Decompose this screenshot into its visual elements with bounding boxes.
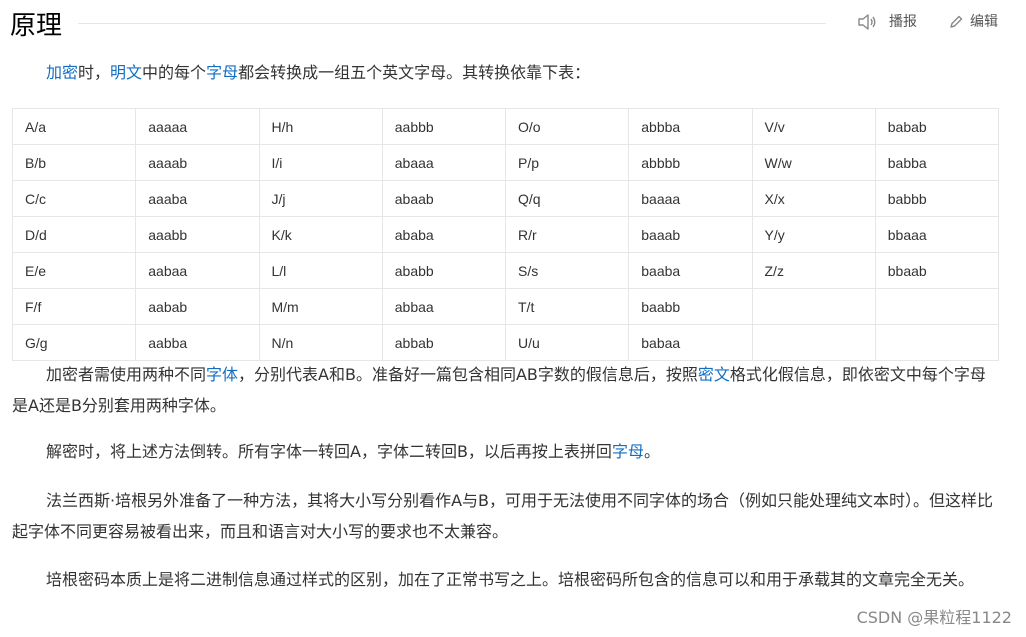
speaker-icon [857,13,877,31]
table-row: D/d aaabb K/k ababa R/r baaab Y/y bbaaa [11,216,1000,253]
link-plaintext[interactable]: 明文 [110,63,142,82]
link-font[interactable]: 字体 [206,365,238,384]
link-letter-2[interactable]: 字母 [612,442,644,461]
table-cell: T/t [504,288,630,325]
table-cell: bbaaa [874,216,1000,253]
table-row: G/g aabba N/n abbab U/u babaa [11,324,1000,361]
table-cell: A/a [11,108,137,145]
table-cell: V/v [751,108,876,145]
table-cell: baabb [628,288,753,325]
edit-label: 编辑 [970,14,998,30]
table-cell: K/k [258,216,383,253]
table-row: F/f aabab M/m abbaa T/t baabb [11,288,1000,325]
table-cell: L/l [258,252,383,289]
table-cell: abbba [628,108,753,145]
table-cell: aaabb [135,216,260,253]
table-cell: aabab [135,288,260,325]
table-row: C/c aaaba J/j abaab Q/q baaaa X/x babbb [11,180,1000,217]
bacon-cipher-table: A/a aaaaa H/h aabbb O/o abbba V/v babab B/b aaaab… [11,108,1000,361]
table-cell: ababb [381,252,507,289]
paragraph-decrypt: 解密时，将上述方法倒转。所有字体一转回A，字体二转回B，以后再按上表拼回字母。 [46,442,660,461]
table-cell: aaaab [135,144,260,181]
link-letter[interactable]: 字母 [206,63,238,82]
table-cell: M/m [258,288,383,325]
table-cell: C/c [11,180,137,217]
table-cell: R/r [504,216,630,253]
table-cell: D/d [11,216,137,253]
table-cell: abaaa [381,144,507,181]
table-cell: babaa [628,324,753,361]
table-cell: baaaa [628,180,753,217]
play-label: 播报 [889,14,917,30]
paragraph-fonts: 加密者需使用两种不同字体，分别代表A和B。准备好一篇包含相同AB字数的假信息后，… [12,365,986,415]
table-cell: abbab [381,324,507,361]
table-cell: babba [874,144,1000,181]
table-cell: baaab [628,216,753,253]
table-cell: Z/z [751,252,876,289]
table-cell [751,324,876,361]
table-cell: N/n [258,324,383,361]
table-cell: U/u [504,324,630,361]
table-cell: Q/q [504,180,630,217]
table-cell: aaaba [135,180,260,217]
table-cell: ababa [381,216,507,253]
table-cell [751,288,876,325]
table-cell: bbaab [874,252,1000,289]
table-cell: S/s [504,252,630,289]
table-cell [874,324,1000,361]
table-cell: J/j [258,180,383,217]
table-cell: Y/y [751,216,876,253]
table-cell [874,288,1000,325]
title-divider [78,23,826,24]
table-row: A/a aaaaa H/h aabbb O/o abbba V/v babab [11,108,1000,145]
table-cell: B/b [11,144,137,181]
table-cell: abaab [381,180,507,217]
table-cell: O/o [504,108,630,145]
table-cell: aabba [135,324,260,361]
link-ciphertext[interactable]: 密文 [698,365,730,384]
table-cell: aabbb [381,108,507,145]
table-cell: aaaaa [135,108,260,145]
table-cell: E/e [11,252,137,289]
section-header: 原理 播报 编辑 [0,0,1026,50]
paragraph-case-method: 法兰西斯·培根另外准备了一种方法，其将大小写分别看作A与B，可用于无法使用不同字… [12,491,994,541]
play-button[interactable]: 播报 [857,12,917,32]
table-row: E/e aabaa L/l ababb S/s baaba Z/z bbaab [11,252,1000,289]
table-row: B/b aaaab I/i abaaa P/p abbbb W/w babba [11,144,1000,181]
table-cell: baaba [628,252,753,289]
table-cell: P/p [504,144,630,181]
table-cell: H/h [258,108,383,145]
section-title: 原理 [10,11,63,41]
table-cell: X/x [751,180,876,217]
table-cell: abbaa [381,288,507,325]
paragraph-summary: 培根密码本质上是将二进制信息通过样式的区别，加在了正常书写之上。培根密码所包含的… [46,570,975,589]
table-cell: abbbb [628,144,753,181]
table-cell: W/w [751,144,876,181]
csdn-watermark: CSDN @果粒程1122 [856,608,1012,627]
table-cell: I/i [258,144,383,181]
table-cell: G/g [11,324,137,361]
table-cell: babab [874,108,1000,145]
table-cell: babbb [874,180,1000,217]
table-cell: aabaa [135,252,260,289]
edit-button[interactable]: 编辑 [948,12,998,32]
intro-paragraph: 加密时，明文中的每个字母都会转换成一组五个英文字母。其转换依靠下表： [46,63,591,82]
link-encrypt[interactable]: 加密 [46,63,78,82]
table-cell: F/f [11,288,137,325]
pencil-icon [948,14,964,30]
